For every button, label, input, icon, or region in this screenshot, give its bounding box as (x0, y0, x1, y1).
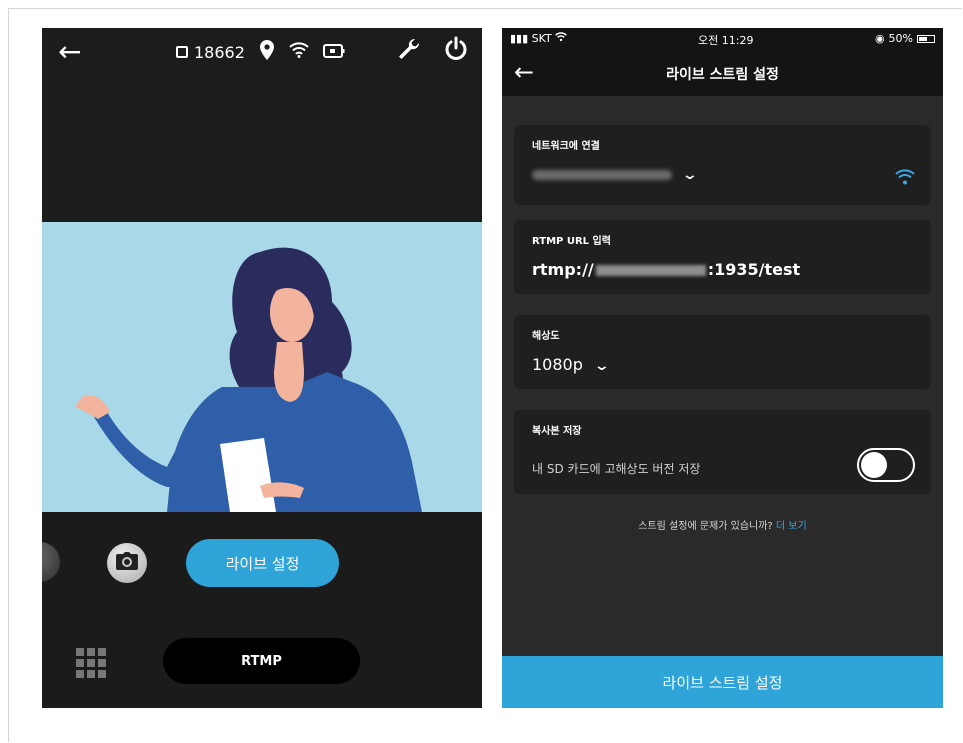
toolbar (396, 36, 468, 66)
resolution-select[interactable]: 1080p ⌄ (532, 355, 611, 374)
resolution-card[interactable]: 해상도 1080p ⌄ (514, 315, 931, 389)
battery-icon (917, 34, 935, 43)
rtmp-mode-button[interactable]: RTMP (163, 638, 360, 684)
camera-controls: 라이브 설정 RTMP (42, 512, 482, 708)
battery-status: ◉ 50% (875, 32, 935, 45)
battery-icon (322, 43, 345, 62)
camera-screen: ← 18662 라이브 설정 RTMP (42, 28, 482, 708)
camera-icon (116, 552, 138, 574)
network-name-redacted (532, 170, 672, 180)
chevron-down-icon: ⌄ (593, 357, 611, 374)
wifi-status-icon (555, 32, 568, 45)
network-select[interactable]: ⌄ (532, 167, 699, 183)
battery-percent: 50% (888, 32, 913, 45)
arrow-left-icon[interactable]: ← (58, 38, 81, 66)
header: ▮▮▮ SKT 오전 11:29 ◉ 50% ← 라이브 스트림 설정 (502, 28, 943, 96)
status-indicators: 18662 (176, 40, 345, 64)
camera-preview-image (42, 222, 482, 512)
save-copy-description: 내 SD 카드에 고해상도 버전 저장 (532, 462, 701, 476)
woman-illustration (42, 222, 482, 512)
network-card[interactable]: 네트워크에 연결 ⌄ (514, 125, 931, 205)
network-label: 네트워크에 연결 (532, 141, 600, 152)
rtmp-url-input[interactable]: rtmp:// :1935/test (532, 260, 800, 279)
alarm-icon: ◉ (874, 32, 885, 45)
rtmp-url-card[interactable]: RTMP URL 입력 rtmp:// :1935/test (514, 220, 931, 294)
clock: 오전 11:29 (698, 34, 754, 47)
top-bar: ← 18662 (42, 28, 482, 222)
page-title: 라이브 스트림 설정 (666, 67, 779, 83)
rtmp-url-prefix: rtmp:// (532, 260, 594, 279)
settings-screen: ▮▮▮ SKT 오전 11:29 ◉ 50% ← 라이브 스트림 설정 네트워크… (502, 28, 943, 708)
capture-button[interactable] (107, 543, 147, 583)
storage-count: 18662 (176, 43, 245, 62)
rtmp-host-redacted (595, 265, 706, 276)
help-question: 스트림 설정에 문제가 있습니까? (638, 521, 773, 532)
save-copy-toggle[interactable] (857, 448, 915, 482)
resolution-label: 해상도 (532, 331, 560, 342)
resolution-value: 1080p (532, 355, 583, 374)
storage-count-value: 18662 (194, 42, 245, 62)
sd-card-icon (176, 46, 188, 58)
wifi-icon (289, 42, 309, 62)
power-icon[interactable] (444, 36, 468, 66)
location-pin-icon (259, 40, 275, 64)
save-copy-label: 복사본 저장 (532, 426, 582, 437)
grid-icon[interactable] (76, 648, 106, 678)
signal-icon: ▮▮▮ (510, 32, 529, 45)
rtmp-url-suffix: :1935/test (707, 260, 801, 279)
help-text: 스트림 설정에 문제가 있습니까? 더 보기 (502, 517, 943, 532)
carrier-label: ▮▮▮ SKT (510, 32, 568, 45)
toggle-knob (861, 452, 887, 478)
previous-mode-button[interactable] (42, 542, 60, 582)
wifi-icon (895, 169, 915, 189)
chevron-down-icon: ⌄ (682, 167, 699, 183)
rtmp-url-label: RTMP URL 입력 (532, 236, 611, 247)
live-stream-settings-button[interactable]: 라이브 스트림 설정 (502, 656, 943, 708)
save-copy-card: 복사본 저장 내 SD 카드에 고해상도 버전 저장 (514, 410, 931, 494)
live-settings-button[interactable]: 라이브 설정 (186, 539, 339, 587)
learn-more-link[interactable]: 더 보기 (776, 521, 807, 532)
carrier-text: SKT (531, 32, 552, 45)
wrench-icon[interactable] (396, 36, 422, 66)
status-bar: ▮▮▮ SKT 오전 11:29 ◉ 50% (510, 32, 935, 48)
